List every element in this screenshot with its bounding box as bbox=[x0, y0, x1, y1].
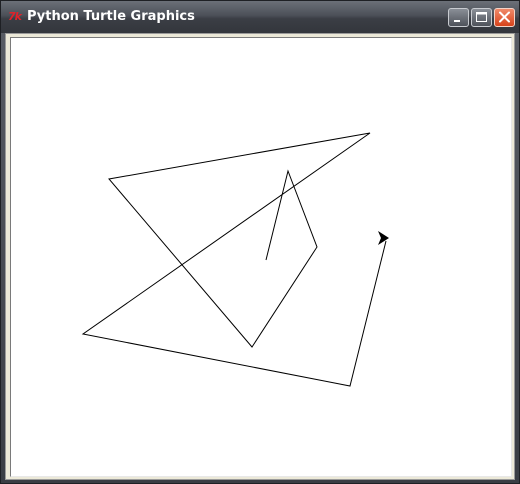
window-title: Python Turtle Graphics bbox=[27, 9, 195, 24]
close-icon bbox=[499, 11, 510, 23]
minimize-button[interactable] bbox=[448, 8, 469, 27]
turtle-drawing bbox=[81, 132, 389, 387]
title-bar[interactable]: 7k Python Turtle Graphics bbox=[1, 1, 519, 33]
tk-feather-icon[interactable]: 7k bbox=[8, 9, 24, 25]
minimize-icon bbox=[454, 20, 460, 22]
close-button[interactable] bbox=[494, 8, 515, 27]
turtle-window: 7k Python Turtle Graphics bbox=[0, 0, 520, 484]
maximize-icon bbox=[476, 12, 487, 22]
turtle-path bbox=[81, 132, 387, 387]
turtle-canvas[interactable] bbox=[10, 37, 512, 477]
turtle-cursor-icon bbox=[378, 231, 389, 245]
maximize-button[interactable] bbox=[471, 8, 492, 27]
